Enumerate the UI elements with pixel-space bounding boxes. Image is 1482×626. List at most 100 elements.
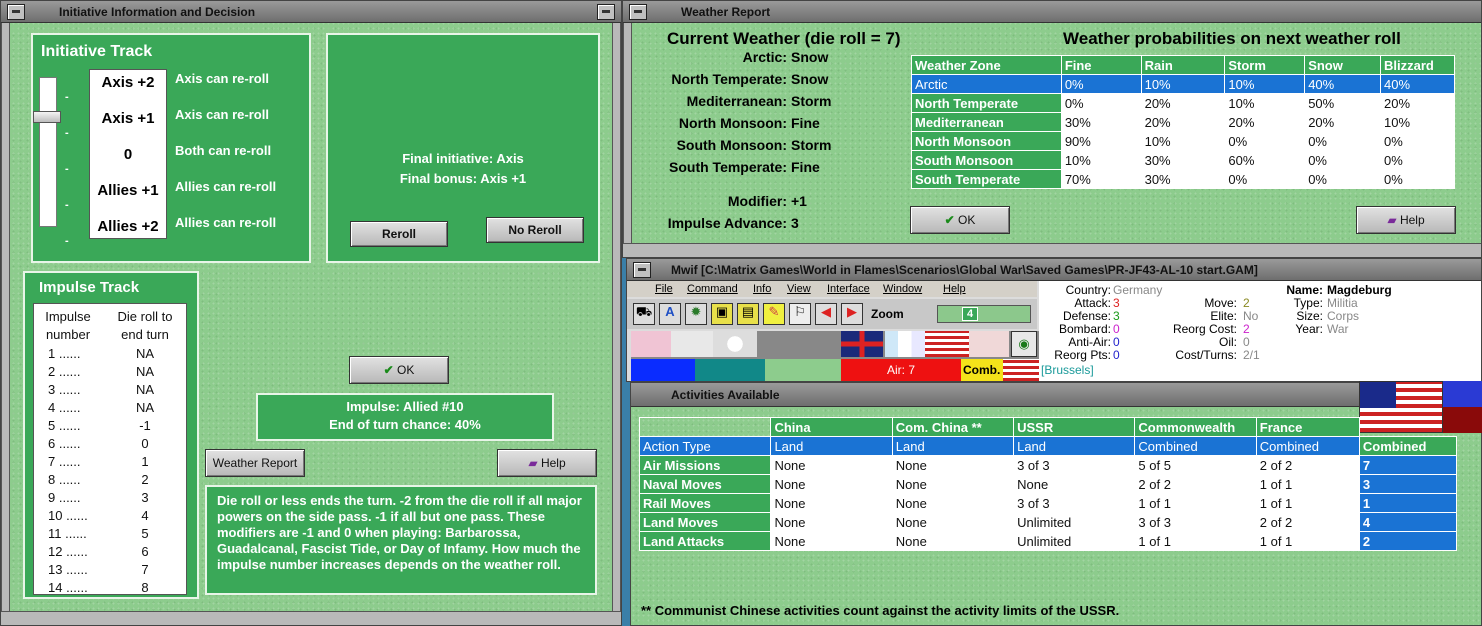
air-status: Air: 7 <box>841 359 961 381</box>
table-cell: 2 of 2 <box>1255 512 1360 532</box>
table-cell: 10% <box>1224 74 1306 94</box>
impulse-dieroll: 4 <box>141 508 149 523</box>
column-header: Commonwealth <box>1134 417 1257 437</box>
table-cell: 2 of 2 <box>1255 455 1360 475</box>
ok-button[interactable]: ✔ OK <box>349 356 449 384</box>
reorgcost-value: 2 <box>1243 322 1250 336</box>
activities-table: China Com. China ** USSR Commonwealth France… <box>638 417 1458 551</box>
column-header: Fine <box>1060 55 1142 75</box>
table-cell: None <box>891 512 1015 532</box>
elite-label: Elite: <box>1210 309 1237 323</box>
activities-titlebar[interactable]: Activities Available <box>631 383 1481 407</box>
no-reroll-button[interactable]: No Reroll <box>486 217 584 243</box>
table-row[interactable]: Mediterranean 30% 20% 20% 20% 10% <box>911 112 1455 132</box>
main-titlebar[interactable]: Mwif [C:\Matrix Games\World in Flames\Sc… <box>627 259 1481 281</box>
note2-icon[interactable]: ▤ <box>737 303 759 325</box>
impulse-dieroll: 8 <box>141 580 149 595</box>
flag-japan-icon[interactable] <box>713 331 757 357</box>
menu-item-command[interactable]: Command <box>687 283 738 295</box>
table-row[interactable]: Land Moves None None Unlimited 3 of 32 of 24 <box>638 512 1458 532</box>
weather-titlebar[interactable]: Weather Report <box>623 1 1481 23</box>
letter-a-icon[interactable]: A <box>659 303 681 325</box>
initiative-titlebar[interactable]: Initiative Information and Decision <box>1 1 621 23</box>
table-cell: None <box>770 493 893 513</box>
minimize-icon[interactable] <box>597 4 615 20</box>
table-row[interactable]: Naval Moves None None None 2 of 21 of 13 <box>638 474 1458 494</box>
column-header <box>1359 418 1456 437</box>
slider-tick-marks: ----- <box>65 91 69 247</box>
arrow-right-icon[interactable]: ▶ <box>841 303 863 325</box>
table-cell: 0% <box>1380 150 1455 170</box>
status-teal <box>695 359 765 381</box>
status-blue <box>631 359 695 381</box>
row-header: Arctic <box>911 74 1062 94</box>
menu-item-help[interactable]: Help <box>943 283 966 295</box>
activities-window: Activities Available China Com. China ** U… <box>630 381 1482 626</box>
table-row[interactable]: Rail Moves None None 3 of 31 of 11 of 11 <box>638 493 1458 513</box>
table-row[interactable]: Action Type Land Land Land Combined Combined C… <box>638 436 1458 456</box>
advance-value: 3 <box>791 215 799 231</box>
table-row[interactable]: Air Missions None None 3 of 35 of 52 of 27 <box>638 455 1458 475</box>
zoom-value: 4 <box>962 307 978 321</box>
window-menu-icon[interactable] <box>629 4 647 20</box>
help-button[interactable]: ▰ Help <box>497 449 597 477</box>
type-value: Militia <box>1327 296 1358 310</box>
impulse-dieroll: 2 <box>141 472 149 487</box>
table-cell: 20% <box>1224 112 1306 132</box>
flag-usa-small-icon <box>1003 359 1039 381</box>
window-menu-icon[interactable] <box>633 262 651 278</box>
weather-help-button[interactable]: ▰ Help <box>1356 206 1456 234</box>
reroll-button[interactable]: Reroll <box>350 221 448 247</box>
menu-item-interface[interactable]: Interface <box>827 283 870 295</box>
menu-item-view[interactable]: View <box>787 283 811 295</box>
table-cell: None <box>891 493 1015 513</box>
window-menu-icon[interactable] <box>7 4 25 20</box>
zoom-slider[interactable]: 4 <box>937 305 1031 323</box>
table-cell: 7 <box>1358 455 1458 475</box>
table-cell: 0% <box>1224 131 1306 151</box>
flag-icon[interactable]: ⚐ <box>789 303 811 325</box>
table-cell: 1 of 1 <box>1134 531 1257 551</box>
impulse-track-title: Impulse Track <box>39 279 140 296</box>
row-header: Rail Moves <box>638 493 772 513</box>
help-label: Help <box>540 456 566 470</box>
flag-italy-icon[interactable] <box>671 331 713 357</box>
table-cell: 60% <box>1224 150 1306 170</box>
table-cell: None <box>891 455 1015 475</box>
table-cell: 70% <box>1060 169 1142 189</box>
table-row[interactable]: South Temperate 70% 30% 0% 0% 0% <box>911 169 1455 189</box>
table-row[interactable]: North Monsoon 90% 10% 0% 0% 0% <box>911 131 1455 151</box>
weather-zone-label: North Monsoon: <box>678 115 787 131</box>
menu-item-info[interactable]: Info <box>753 283 771 295</box>
column-header: China <box>770 417 893 437</box>
menu-item-file[interactable]: File <box>655 283 673 295</box>
initiative-slider-thumb[interactable] <box>33 111 61 123</box>
flag-germany-icon[interactable] <box>631 331 671 357</box>
flag-usa-icon[interactable] <box>925 331 969 357</box>
level-desc: Allies can re-roll <box>175 179 277 194</box>
menu-item-window[interactable]: Window <box>883 283 922 295</box>
table-row[interactable]: Land Attacks None None Unlimited 1 of 11 of … <box>638 531 1458 551</box>
target-icon[interactable]: ◉ <box>1011 331 1037 357</box>
truck-icon[interactable]: ⛟ <box>633 303 655 325</box>
table-cell: 20% <box>1380 93 1455 113</box>
initiative-slider-track[interactable] <box>39 77 57 227</box>
initiative-levels-box: Axis +2 Axis +1 0 Allies +1 Allies +2 <box>89 69 167 239</box>
flag-ussr-icon[interactable] <box>969 331 1009 357</box>
table-row[interactable]: Arctic 0% 10% 10% 40% 40% <box>911 74 1455 94</box>
flag-france-icon[interactable] <box>885 331 925 357</box>
weather-ok-button[interactable]: ✔ OK <box>910 206 1010 234</box>
arrow-left-icon[interactable]: ◀ <box>815 303 837 325</box>
weather-title: Weather Report <box>681 5 771 19</box>
weather-report-button[interactable]: Weather Report <box>205 449 305 477</box>
highlight-icon[interactable]: ✎ <box>763 303 785 325</box>
note-icon[interactable]: ▣ <box>711 303 733 325</box>
defense-label: Defense: <box>1062 309 1111 323</box>
weather-zone-value: Fine <box>791 159 820 175</box>
table-cell: 5 of 5 <box>1134 455 1257 475</box>
table-row[interactable]: South Monsoon 10% 30% 60% 0% 0% <box>911 150 1455 170</box>
reorgcost-label: Reorg Cost: <box>1172 322 1237 336</box>
gear-icon[interactable]: ✹ <box>685 303 707 325</box>
table-row[interactable]: North Temperate 0% 20% 10% 50% 20% <box>911 93 1455 113</box>
flag-uk-icon[interactable] <box>841 331 883 357</box>
